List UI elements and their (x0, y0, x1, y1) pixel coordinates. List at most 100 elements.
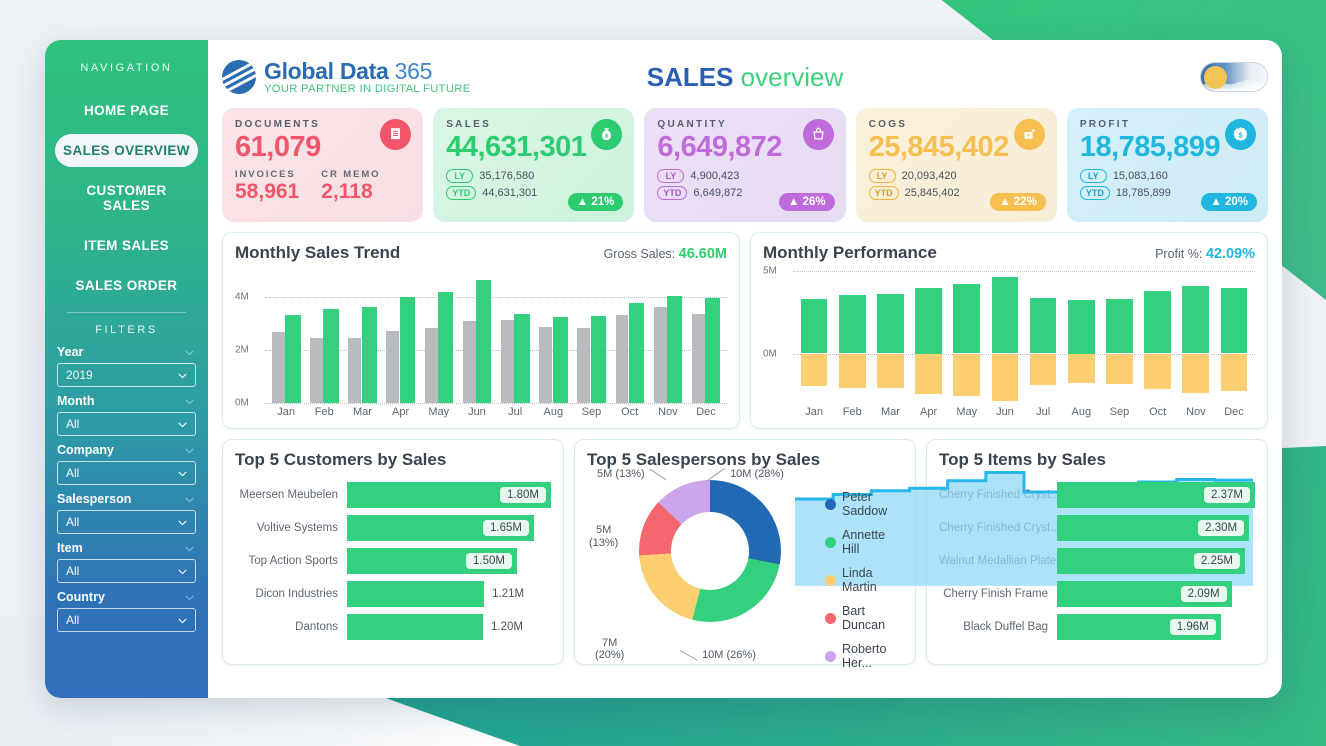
legend-item[interactable]: Bart Duncan (825, 604, 903, 632)
list-item[interactable]: Meersen Meubelen 1.80M (235, 480, 551, 510)
bar-slot[interactable] (534, 271, 572, 403)
bar-fill[interactable] (347, 614, 483, 640)
bar-value-label: 1.96M (1169, 619, 1216, 635)
chevron-down-icon (185, 496, 194, 502)
sidebar-item-item-sales[interactable]: ITEM SALES (55, 229, 198, 262)
kpi-quantity-ly-value: 4,900,423 (690, 170, 740, 183)
brand-name-bold: Global Data (264, 57, 389, 84)
theme-toggle[interactable] (1200, 62, 1268, 92)
top-5-salespersons-donut-wrap: 10M (28%) 10M (26%) 7M (20%) 5M (13%) 5M… (587, 467, 903, 670)
filter-salesperson-select[interactable]: All (57, 510, 196, 534)
bar-sales[interactable] (514, 314, 530, 403)
kpi-card-documents[interactable]: DOCUMENTS 61,079 INVOICES 58,961 CR MEMO… (222, 108, 424, 222)
bar-slot[interactable] (687, 271, 725, 403)
x-tick-label: Mar (352, 406, 372, 418)
bar-fill[interactable]: 1.80M (347, 482, 551, 508)
bar-fill[interactable]: 2.30M (1057, 515, 1250, 541)
bar-value-label: 1.65M (483, 520, 529, 536)
bar-sales[interactable] (552, 317, 568, 403)
bar-slot[interactable] (305, 271, 343, 403)
sidebar-item-sales-order[interactable]: SALES ORDER (55, 269, 198, 302)
sidebar-item-sales-overview[interactable]: SALES OVERVIEW (55, 134, 198, 167)
bar-value-label: 2.30M (1198, 520, 1245, 536)
bar-last-year[interactable] (348, 337, 362, 403)
kpi-card-profit[interactable]: PROFIT 18,785,899 $ LY 15,083,160 YTD 18… (1066, 108, 1269, 222)
bar-sales[interactable] (399, 297, 416, 403)
legend-item[interactable]: Peter Saddow (825, 490, 903, 518)
bar-fill[interactable] (347, 581, 485, 607)
y-tick-label: 4M (235, 291, 249, 303)
legend-item[interactable]: Annette Hill (825, 528, 903, 556)
filter-item-select[interactable]: All (57, 559, 196, 583)
filter-country-select[interactable]: All (57, 608, 196, 632)
bar-sales[interactable] (438, 291, 454, 403)
bar-sales[interactable] (628, 302, 645, 403)
bar-sales[interactable] (285, 315, 301, 403)
bar-slot[interactable] (343, 271, 381, 403)
monthly-sales-trend-x-axis: Jan Feb Mar Apr May Jun Jul Aug Sep Oct Nov Dec (267, 406, 725, 418)
bar-slot[interactable] (649, 271, 687, 403)
bar-sales[interactable] (361, 307, 377, 403)
bar-slot[interactable] (267, 271, 305, 403)
filter-month-select[interactable]: All (57, 412, 196, 436)
bar-last-year[interactable] (653, 306, 667, 403)
bar-slot[interactable] (611, 271, 649, 403)
bar-last-year[interactable] (462, 320, 476, 403)
bar-slot[interactable] (496, 271, 534, 403)
bar-last-year[interactable] (691, 313, 705, 403)
receipt-icon (380, 119, 412, 150)
bar-value-label: 2.09M (1180, 586, 1227, 602)
filter-item-label-row: Item (57, 541, 196, 555)
bar-fill[interactable]: 1.65M (347, 515, 534, 541)
legend-color-dot (825, 574, 836, 586)
bar-slot[interactable] (420, 271, 458, 403)
sidebar-item-customer-sales[interactable]: CUSTOMER SALES (55, 174, 198, 222)
filter-company-value: All (66, 466, 80, 480)
kpi-card-cogs[interactable]: COGS 25,845,402 LY 20,093,420 YTD 25,845… (855, 108, 1057, 222)
bar-track: 1.50M (347, 548, 551, 574)
kpi-card-sales[interactable]: SALES 44,631,301 $ LY 35,176,580 YTD 44,… (433, 108, 635, 222)
bar-sales[interactable] (705, 297, 721, 403)
bar-sales[interactable] (667, 295, 683, 403)
filter-salesperson: Salesperson All (45, 492, 208, 534)
kpi-profit-ly-tag: LY (1079, 169, 1107, 184)
bar-last-year[interactable] (424, 327, 438, 403)
bar-slot[interactable] (458, 271, 496, 403)
sidebar-item-home-page[interactable]: HOME PAGE (55, 94, 198, 127)
filter-salesperson-label-row: Salesperson (57, 492, 196, 506)
filter-year-select[interactable]: 2019 (57, 363, 196, 387)
donut-label-roberto-her: 5M (13%) (597, 468, 668, 481)
bar-last-year[interactable] (500, 319, 514, 403)
bar-fill[interactable]: 2.37M (1057, 482, 1255, 508)
bar-slot[interactable] (382, 271, 420, 403)
trend-charts-row: Monthly Sales Trend Gross Sales: 46.60M … (222, 232, 1268, 586)
filter-company-select[interactable]: All (57, 461, 196, 485)
list-item[interactable]: Top Action Sports 1.50M (235, 546, 551, 576)
bar-last-year[interactable] (271, 331, 285, 403)
bar-fill[interactable]: 2.25M (1057, 548, 1245, 574)
donut-hole (639, 480, 781, 622)
bar-fill[interactable]: 1.96M (1057, 614, 1221, 640)
bar-last-year[interactable] (539, 326, 553, 403)
list-item[interactable]: Dicon Industries 1.21M (235, 579, 551, 609)
bar-sales[interactable] (323, 309, 339, 403)
bar-slot[interactable] (572, 271, 610, 403)
list-item[interactable]: Voltive Systems 1.65M (235, 513, 551, 543)
bar-sales[interactable] (476, 280, 492, 403)
kpi-card-quantity[interactable]: QUANTITY 6,649,872 LY 4,900,423 YTD 6,64… (644, 108, 846, 222)
legend-item[interactable]: Roberto Her... (825, 642, 903, 670)
kpi-cogs-ly-row: LY 20,093,420 (868, 169, 1044, 184)
brand-logo[interactable]: Global Data 365 YOUR PARTNER IN DIGITAL … (222, 59, 471, 95)
bar-last-year[interactable] (386, 331, 400, 403)
bar-last-year[interactable] (577, 328, 591, 403)
bar-fill[interactable]: 2.09M (1057, 581, 1232, 607)
bar-last-year[interactable] (310, 337, 324, 403)
bar-category-label: Voltive Systems (256, 522, 338, 534)
bar-fill[interactable]: 1.50M (347, 548, 517, 574)
filter-year-label-row: Year (57, 345, 196, 359)
legend-item[interactable]: Linda Martin (825, 566, 903, 594)
list-item[interactable]: Dantons 1.20M (235, 612, 551, 642)
gridline (265, 403, 727, 404)
bar-sales[interactable] (590, 315, 606, 403)
bar-last-year[interactable] (615, 314, 629, 403)
